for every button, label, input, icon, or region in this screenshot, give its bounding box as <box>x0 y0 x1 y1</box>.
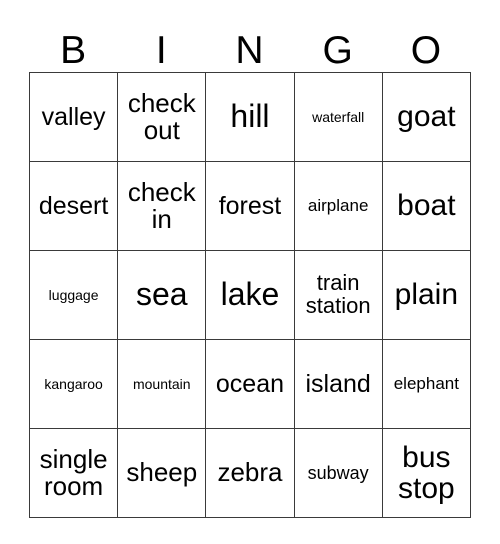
bingo-cell-label: sea <box>135 276 188 313</box>
bingo-cell-label: check out <box>127 87 196 145</box>
bingo-cell[interactable]: desert <box>28 161 119 251</box>
bingo-cell[interactable]: airplane <box>293 161 383 251</box>
bingo-cell-label: hill <box>230 98 270 135</box>
bingo-header: B I N G O <box>29 14 470 72</box>
bingo-cell[interactable]: forest <box>205 161 295 251</box>
bingo-cell[interactable]: goat <box>381 72 471 162</box>
bingo-cell-label: island <box>305 370 371 398</box>
bingo-cell[interactable]: valley <box>28 72 119 162</box>
bingo-cell[interactable]: plain <box>381 250 471 340</box>
bingo-cell-label: plain <box>394 278 459 312</box>
header-letter-g: G <box>322 29 353 72</box>
bingo-cell[interactable]: check out <box>117 72 207 162</box>
bingo-cell[interactable]: train station <box>293 250 383 340</box>
bingo-cell[interactable]: kangaroo <box>28 339 119 429</box>
bingo-cell[interactable]: zebra <box>205 428 295 518</box>
bingo-row: desert check in forest airplane boat <box>28 161 471 251</box>
bingo-cell[interactable]: single room <box>28 428 119 518</box>
bingo-cell-label: elephant <box>393 374 459 394</box>
bingo-card: B I N G O valley check out hill waterfal… <box>28 14 471 518</box>
bingo-cell[interactable]: bus stop <box>381 428 471 518</box>
bingo-cell[interactable]: boat <box>381 161 471 251</box>
bingo-cell-label: sheep <box>126 457 198 488</box>
bingo-row: single room sheep zebra subway bus stop <box>28 428 471 518</box>
bingo-cell-label: train station <box>305 270 371 318</box>
bingo-cell[interactable]: subway <box>293 428 383 518</box>
bingo-cell[interactable]: island <box>293 339 383 429</box>
bingo-cell-label: single room <box>39 443 108 501</box>
bingo-cell-label: boat <box>397 189 456 223</box>
bingo-cell[interactable]: waterfall <box>293 72 383 162</box>
bingo-cell[interactable]: luggage <box>28 250 119 340</box>
bingo-cell[interactable]: check in <box>117 161 207 251</box>
bingo-cell-label: waterfall <box>312 108 365 125</box>
header-letter-o: O <box>410 29 442 72</box>
bingo-row: valley check out hill waterfall goat <box>28 72 471 162</box>
bingo-cell-label: mountain <box>132 375 191 392</box>
bingo-cell-label: lake <box>220 276 280 313</box>
bingo-cell-label: valley <box>41 103 106 131</box>
bingo-cell-label: airplane <box>307 196 369 216</box>
bingo-grid: valley check out hill waterfall goat des… <box>28 72 471 518</box>
header-letter-b: B <box>60 29 87 72</box>
bingo-cell[interactable]: sheep <box>117 428 207 518</box>
bingo-row: luggage sea lake train station plain <box>28 250 471 340</box>
bingo-cell[interactable]: mountain <box>117 339 207 429</box>
bingo-cell[interactable]: sea <box>117 250 207 340</box>
bingo-cell-label: luggage <box>48 286 99 303</box>
bingo-cell-label: ocean <box>215 370 285 398</box>
header-letter-n: N <box>235 29 264 72</box>
bingo-cell[interactable]: lake <box>205 250 295 340</box>
bingo-cell-label: kangaroo <box>44 375 103 392</box>
bingo-cell-label: subway <box>307 462 369 483</box>
bingo-row: kangaroo mountain ocean island elephant <box>28 339 471 429</box>
bingo-cell-label: bus stop <box>397 440 455 505</box>
bingo-cell-label: forest <box>218 192 282 220</box>
bingo-cell[interactable]: ocean <box>205 339 295 429</box>
bingo-cell-label: check in <box>127 176 196 234</box>
bingo-cell-label: goat <box>397 100 456 134</box>
bingo-cell-label: desert <box>38 192 109 220</box>
header-letter-i: I <box>155 29 167 72</box>
bingo-cell-label: zebra <box>217 457 283 488</box>
bingo-cell[interactable]: elephant <box>381 339 471 429</box>
bingo-cell[interactable]: hill <box>205 72 295 162</box>
